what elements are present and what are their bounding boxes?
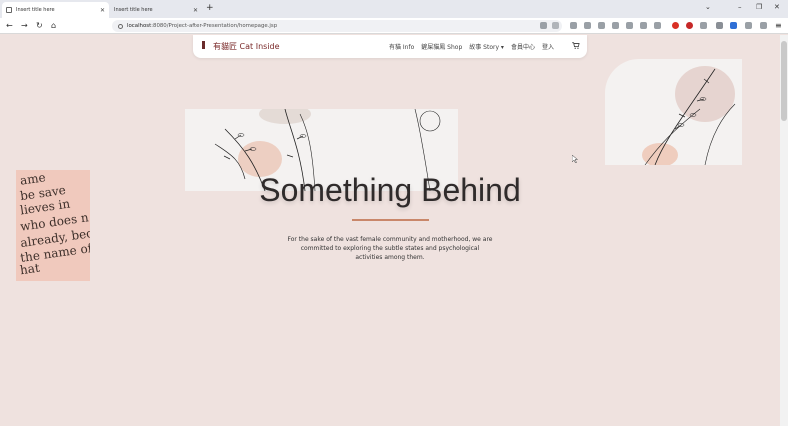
- url-path: :8080/Project-after-Presentation/homepag…: [151, 23, 278, 29]
- page-scrollbar[interactable]: [780, 35, 788, 426]
- adblock-icon[interactable]: [672, 22, 679, 29]
- floral-lineart-image: [605, 59, 742, 165]
- extension-icon[interactable]: [716, 22, 723, 29]
- cart-icon[interactable]: [572, 42, 580, 49]
- address-bar[interactable]: localhost :8080/Project-after-Presentati…: [112, 20, 562, 32]
- extension-icon[interactable]: [730, 22, 737, 29]
- site-header: 有貓匠 Cat Inside 有貓 Info 鏟屎貓鳳 Shop 故事 Stor…: [193, 35, 587, 58]
- hero-description: For the sake of the vast female communit…: [287, 236, 493, 261]
- forward-button[interactable]: →: [21, 20, 28, 32]
- close-tab-icon[interactable]: ✕: [100, 7, 105, 14]
- downloads-icon[interactable]: [745, 22, 752, 29]
- site-info-icon[interactable]: [118, 23, 123, 29]
- nav-link-story[interactable]: 故事 Story ▾: [469, 42, 504, 51]
- extension-icon[interactable]: [654, 22, 661, 29]
- nav-link-shop[interactable]: 鏟屎貓鳳 Shop: [421, 42, 462, 51]
- nav-link-login[interactable]: 登入: [542, 42, 554, 51]
- browser-tab[interactable]: Insert title here ✕: [110, 2, 202, 18]
- home-button[interactable]: ⌂: [51, 20, 56, 32]
- extension-icon[interactable]: [626, 22, 633, 29]
- site-logo[interactable]: 有貓匠 Cat Inside: [213, 41, 280, 52]
- page-icon: [6, 7, 12, 13]
- extension-icon[interactable]: [612, 22, 619, 29]
- minimize-button[interactable]: –: [738, 3, 742, 11]
- tab-title: Insert title here: [16, 7, 55, 13]
- translate-icon[interactable]: [540, 22, 547, 29]
- extension-icon[interactable]: [584, 22, 591, 29]
- restore-button[interactable]: ❐: [756, 3, 762, 11]
- share-icon[interactable]: [760, 22, 767, 29]
- book-page-image: ame be save lieves in who does n already…: [16, 170, 90, 281]
- back-button[interactable]: ←: [6, 20, 13, 32]
- close-window-button[interactable]: ✕: [774, 3, 780, 11]
- tab-title: Insert title here: [114, 7, 153, 13]
- nav-link-member[interactable]: 會員中心: [511, 42, 535, 51]
- extension-icon[interactable]: [640, 22, 647, 29]
- hero-divider: [352, 219, 429, 221]
- scrollbar-thumb[interactable]: [781, 41, 787, 121]
- extension-icon[interactable]: [686, 22, 693, 29]
- reload-button[interactable]: ↻: [36, 20, 43, 32]
- logo-mark: [202, 41, 205, 49]
- browser-tab-strip: Insert title here ✕ Insert title here ✕ …: [0, 0, 788, 18]
- menu-button[interactable]: ≡: [775, 20, 782, 32]
- mouse-cursor-icon: [572, 155, 578, 163]
- bookmark-star-icon[interactable]: [552, 22, 559, 29]
- tab-list-icon[interactable]: ⌄: [705, 3, 711, 11]
- url-host: localhost: [127, 23, 152, 29]
- extension-icon[interactable]: [570, 22, 577, 29]
- extension-icon[interactable]: [700, 22, 707, 29]
- browser-toolbar: ← → ↻ ⌂ localhost :8080/Project-after-Pr…: [0, 18, 788, 34]
- nav-link-info[interactable]: 有貓 Info: [389, 42, 414, 51]
- close-tab-icon[interactable]: ✕: [193, 7, 198, 14]
- new-tab-button[interactable]: +: [206, 3, 214, 13]
- favorites-icon[interactable]: [598, 22, 605, 29]
- book-text: hat: [19, 260, 41, 278]
- hero-title: Something Behind: [259, 172, 521, 208]
- site-nav-links: 有貓 Info 鏟屎貓鳳 Shop 故事 Story ▾ 會員中心 登入: [389, 42, 554, 51]
- browser-tab-active[interactable]: Insert title here ✕: [2, 2, 109, 18]
- page-viewport: 有貓匠 Cat Inside 有貓 Info 鏟屎貓鳳 Shop 故事 Stor…: [0, 35, 780, 426]
